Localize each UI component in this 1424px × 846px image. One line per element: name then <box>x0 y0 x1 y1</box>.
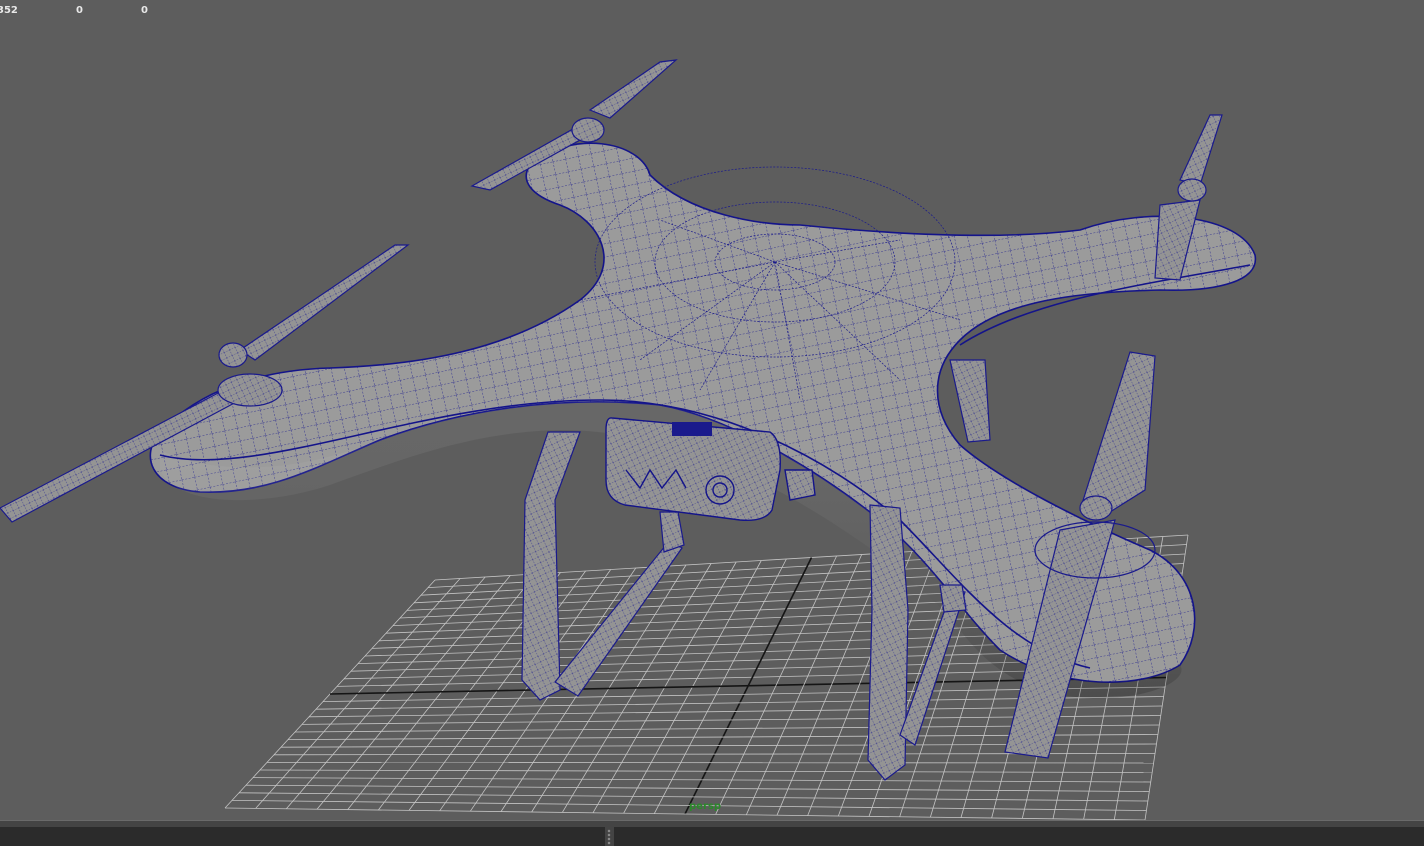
hud-value: 0 <box>141 5 148 16</box>
grid-line <box>238 792 1148 802</box>
scene-canvas[interactable] <box>0 0 1424 820</box>
hud-value: 0 <box>76 5 83 16</box>
hud-readout: 352 0 0 <box>0 5 200 19</box>
hud-value: 352 <box>0 5 18 16</box>
grid-line <box>224 807 1146 820</box>
bottom-right-panel[interactable] <box>614 827 1424 846</box>
grid-line <box>266 762 1154 764</box>
viewport-3d[interactable]: 352 0 0 persp <box>0 0 1424 820</box>
grid-line <box>245 784 1150 792</box>
bottom-panel <box>0 820 1424 846</box>
splitter-handle-icon[interactable] <box>607 829 611 845</box>
camera-name-label: persp <box>689 801 721 812</box>
bottom-left-panel[interactable] <box>0 827 605 846</box>
drone-body <box>149 142 1257 699</box>
